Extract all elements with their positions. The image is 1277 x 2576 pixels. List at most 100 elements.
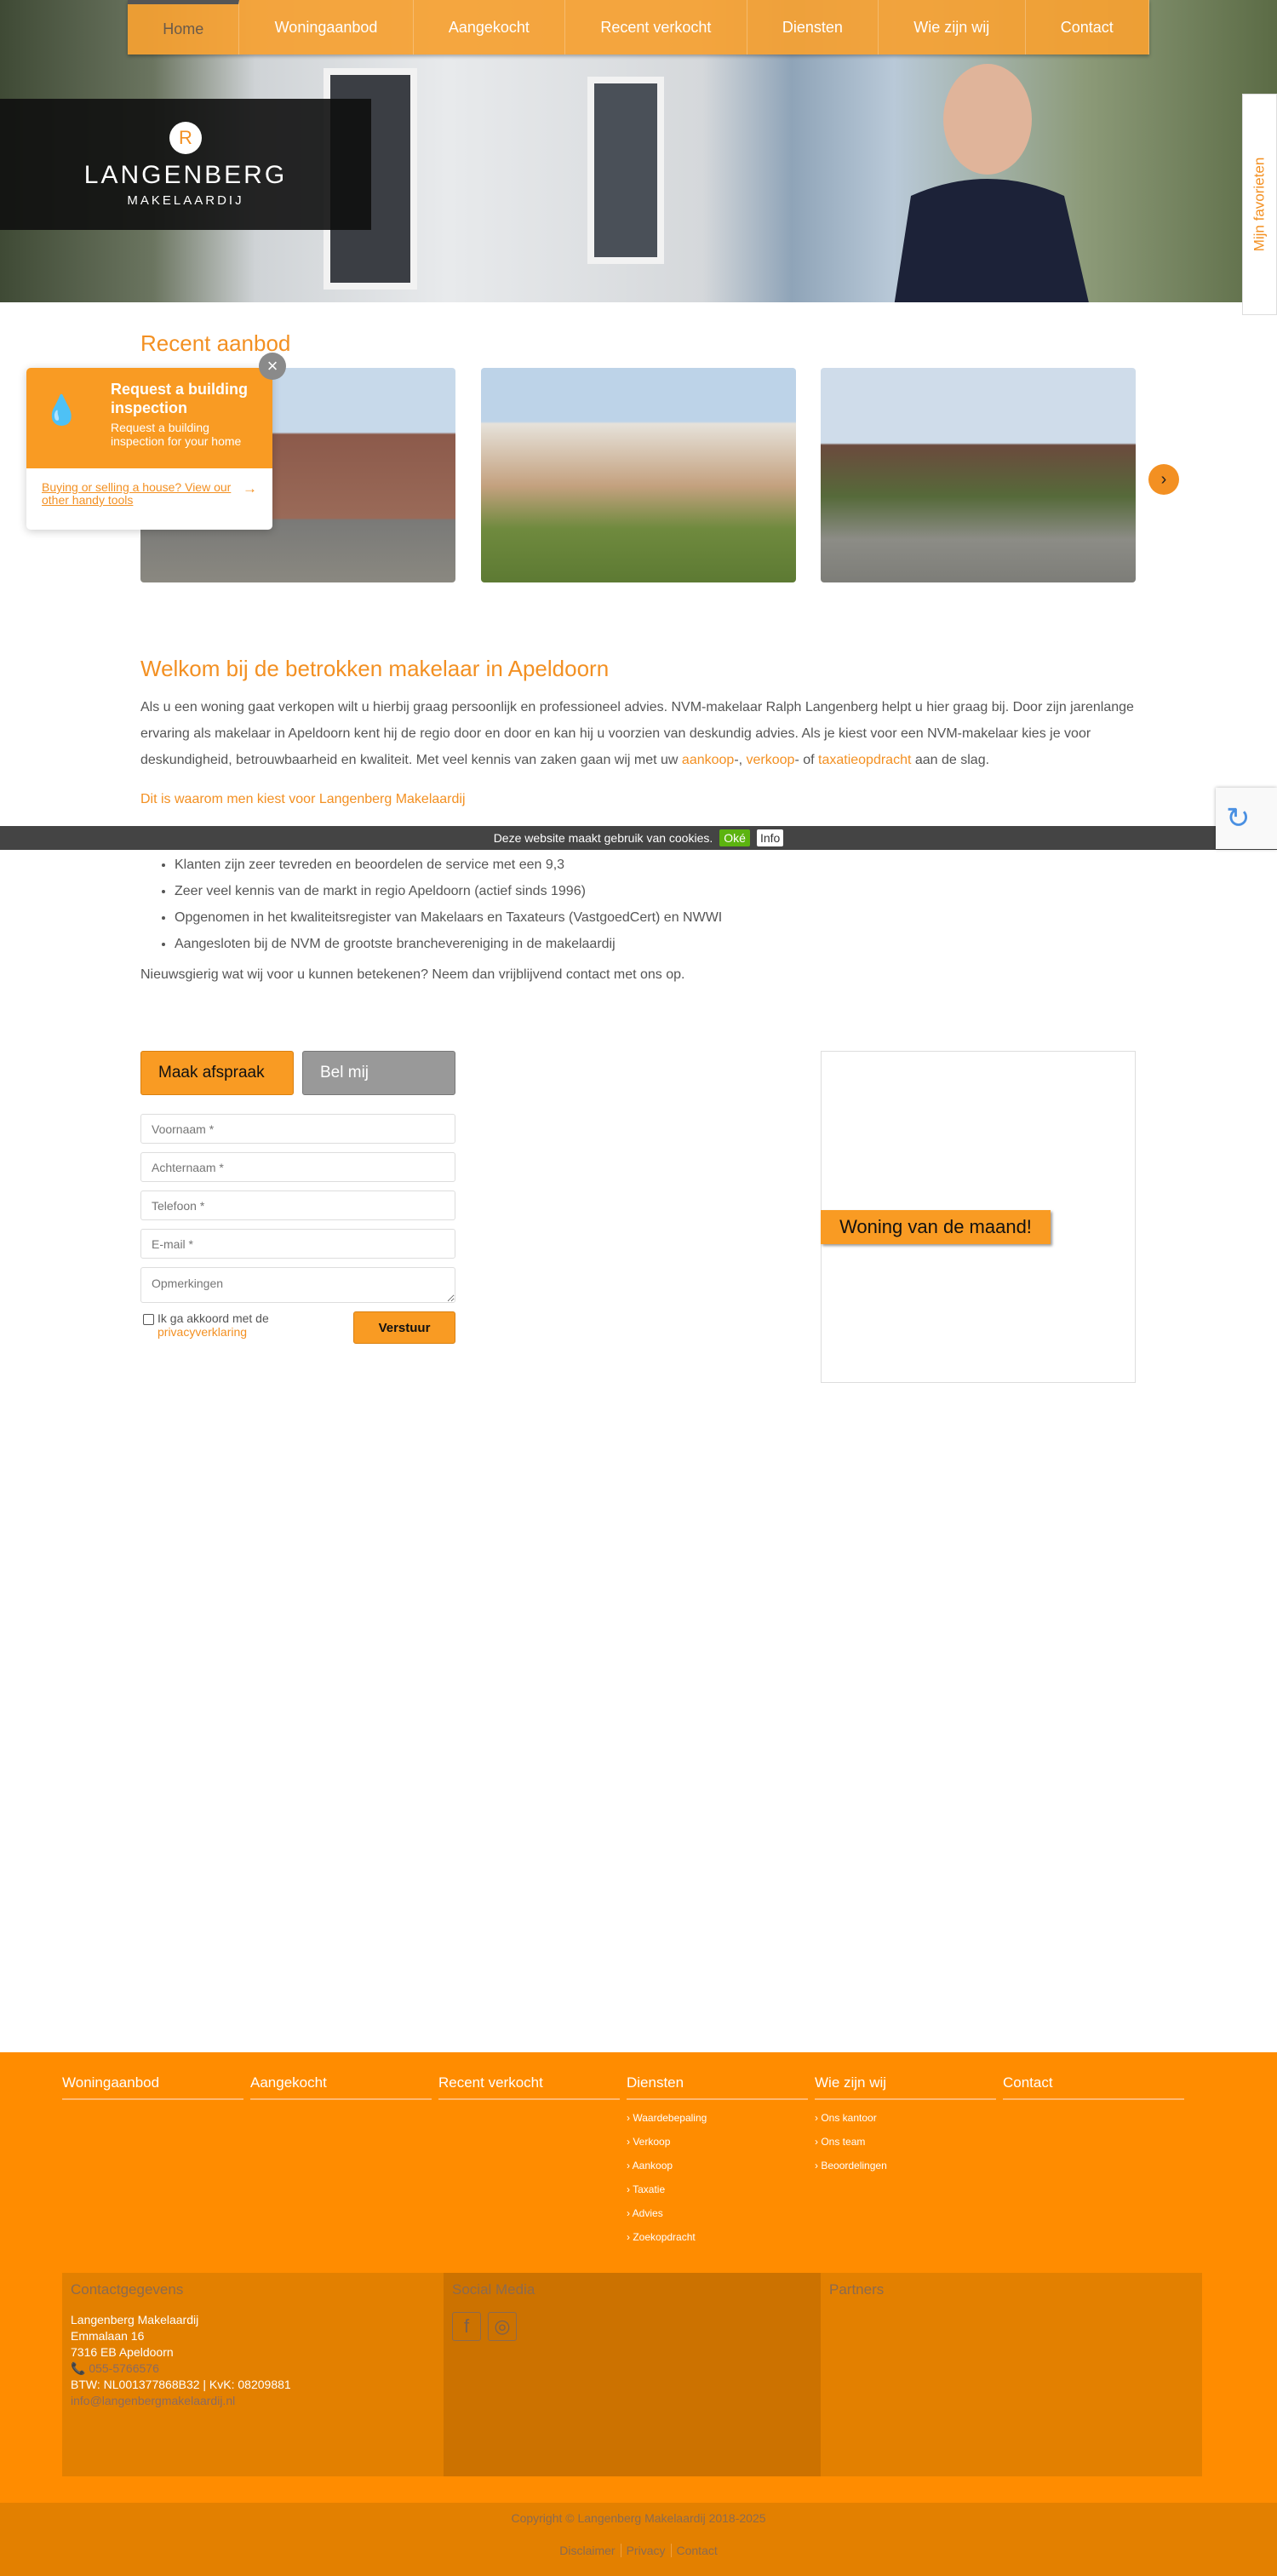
phone-link[interactable]: 📞 055-5766576 [71, 2361, 435, 2377]
footer-link[interactable]: › Zoekopdracht [627, 2231, 808, 2255]
footer-col-diensten: Diensten › Waardebepaling › Verkoop › Aa… [627, 2074, 808, 2255]
contact-invite: Nieuwsgierig wat wij voor u kunnen betek… [140, 967, 685, 982]
nav-wie-zijn-wij[interactable]: Wie zijn wij [879, 0, 1026, 55]
copyright: Copyright © Langenberg Makelaardij 2018-… [511, 2511, 766, 2525]
email-link[interactable]: info@langenbergmakelaardij.nl [71, 2393, 435, 2409]
recaptcha-icon[interactable]: ↻ [1216, 788, 1277, 849]
street: Emmalaan 16 [71, 2329, 145, 2343]
arrow-right-icon: → [243, 480, 257, 496]
nav-diensten[interactable]: Diensten [747, 0, 879, 55]
nav-home[interactable]: Home [128, 0, 240, 55]
footer-heading[interactable]: Aangekocht [250, 2074, 432, 2100]
link-aankoop[interactable]: aankoop [682, 753, 734, 767]
footer-link-label: Ons team [821, 2136, 866, 2148]
partners: Partners [821, 2273, 1202, 2476]
logo-subtitle: MAKELAARDIJ [127, 192, 244, 208]
footer-link[interactable]: › Taxatie [627, 2183, 808, 2207]
facebook-icon[interactable]: f [452, 2312, 481, 2341]
logo-name: LANGENBERG [83, 160, 288, 189]
footer-heading[interactable]: Contact [1003, 2074, 1184, 2100]
nav-aangekocht[interactable]: Aangekocht [414, 0, 566, 55]
firstname-input[interactable] [140, 1114, 455, 1144]
favorites-label: Mijn favorieten [1251, 157, 1268, 252]
phone-icon: 📞 [71, 2361, 89, 2375]
popup-subtitle: Request a building inspection for your h… [111, 421, 242, 448]
footer-link[interactable]: › Waardebepaling [627, 2112, 808, 2136]
property-card[interactable] [821, 368, 1136, 582]
partners-heading: Partners [829, 2281, 885, 2298]
contact-details: Contactgegevens Langenberg Makelaardij E… [62, 2273, 444, 2476]
close-icon[interactable]: × [259, 353, 286, 380]
footer-col-recent-verkocht: Recent verkocht [438, 2074, 620, 2100]
hero-person-image [894, 64, 1089, 302]
footer-link-label: Beoordelingen [821, 2160, 887, 2172]
footer-link-label: Taxatie [633, 2183, 666, 2195]
phone-input[interactable] [140, 1190, 455, 1220]
social-media: Social Media f ◎ [444, 2273, 821, 2476]
submit-button[interactable]: Verstuur [353, 1311, 455, 1344]
social-heading: Social Media [452, 2281, 535, 2298]
tab-appointment[interactable]: Maak afspraak [140, 1051, 294, 1095]
cookie-text: Deze website maakt gebruik van cookies. [493, 831, 713, 845]
privacy-link[interactable]: privacyverklaring [157, 1325, 247, 1339]
footer-link[interactable]: › Verkoop [627, 2136, 808, 2160]
intro-sep: -, [734, 753, 747, 767]
cookie-info-button[interactable]: Info [756, 829, 784, 846]
favorites-tab[interactable]: Mijn favorieten [1242, 94, 1277, 315]
list-item: Aangesloten bij de NVM de grootste branc… [175, 931, 722, 957]
why-heading: Dit is waarom men kiest voor Langenberg … [140, 792, 466, 806]
utilities-icon: 💧 [43, 394, 80, 427]
footer-heading[interactable]: Woningaanbod [62, 2074, 243, 2100]
footer-link[interactable]: › Aankoop [627, 2160, 808, 2183]
contact-footer-link[interactable]: Contact [672, 2544, 723, 2557]
popup-tools-link[interactable]: Buying or selling a house? View our othe… [42, 481, 233, 507]
property-of-month-button[interactable]: Woning van de maand! [821, 1210, 1051, 1244]
intro-sep: - of [794, 753, 819, 767]
footer-heading[interactable]: Diensten [627, 2074, 808, 2100]
popup-title: Request a building inspection [111, 381, 249, 416]
footer-link[interactable]: › Ons kantoor [815, 2112, 996, 2136]
hero-window [587, 77, 664, 264]
footer-link[interactable]: › Advies [627, 2207, 808, 2231]
link-verkoop[interactable]: verkoop [747, 753, 795, 767]
main-nav: Home Woningaanbod Aangekocht Recent verk… [128, 0, 1149, 55]
nav-contact[interactable]: Contact [1026, 0, 1149, 55]
footer-heading[interactable]: Wie zijn wij [815, 2074, 996, 2100]
footer-heading[interactable]: Recent verkocht [438, 2074, 620, 2100]
nav-recent-verkocht[interactable]: Recent verkocht [565, 0, 747, 55]
remarks-input[interactable] [140, 1267, 455, 1303]
nav-woningaanbod[interactable]: Woningaanbod [239, 0, 414, 55]
phone-number: 055-5766576 [89, 2361, 159, 2375]
lastname-input[interactable] [140, 1152, 455, 1182]
footer-col-wie-zijn-wij: Wie zijn wij › Ons kantoor › Ons team › … [815, 2074, 996, 2183]
privacy-checkbox[interactable] [143, 1314, 154, 1325]
popup-header[interactable]: 💧 Request a building inspection Request … [26, 368, 272, 468]
tab-call-me[interactable]: Bel mij [302, 1051, 455, 1095]
cookie-bar: Deze website maakt gebruik van cookies. … [0, 826, 1277, 850]
agree-text: Ik ga akkoord met de [157, 1311, 269, 1325]
email-input[interactable] [140, 1229, 455, 1259]
tax-info: BTW: NL001377868B32 | KvK: 08209881 [71, 2378, 291, 2391]
instagram-icon[interactable]: ◎ [488, 2312, 517, 2341]
contact-heading: Contactgegevens [71, 2281, 184, 2298]
property-card[interactable] [481, 368, 796, 582]
footer-link-label: Ons kantoor [821, 2112, 877, 2124]
footer-col-contact: Contact [1003, 2074, 1184, 2100]
footer-link-label: Advies [632, 2207, 663, 2219]
privacy-footer-link[interactable]: Privacy [621, 2544, 672, 2557]
footer-link[interactable]: › Ons team [815, 2136, 996, 2160]
logo[interactable]: R LANGENBERG MAKELAARDIJ [0, 99, 371, 230]
legal-links: Disclaimer Privacy Contact [0, 2544, 1277, 2557]
chevron-right-icon[interactable]: › [1148, 464, 1179, 495]
footer-col-aangekocht: Aangekocht [250, 2074, 432, 2100]
footer-link[interactable]: › Beoordelingen [815, 2160, 996, 2183]
company-name: Langenberg Makelaardij [71, 2313, 199, 2326]
footer-link-label: Aankoop [632, 2160, 673, 2172]
list-item: Klanten zijn zeer tevreden en beoordelen… [175, 852, 722, 878]
link-taxatieopdracht[interactable]: taxatieopdracht [818, 753, 911, 767]
disclaimer-link[interactable]: Disclaimer [554, 2544, 621, 2557]
welcome-title: Welkom bij de betrokken makelaar in Apel… [140, 656, 610, 681]
reasons-list: Klanten zijn zeer tevreden en beoordelen… [175, 852, 722, 957]
intro-text: aan de slag. [911, 753, 990, 767]
cookie-ok-button[interactable]: Oké [719, 829, 750, 846]
